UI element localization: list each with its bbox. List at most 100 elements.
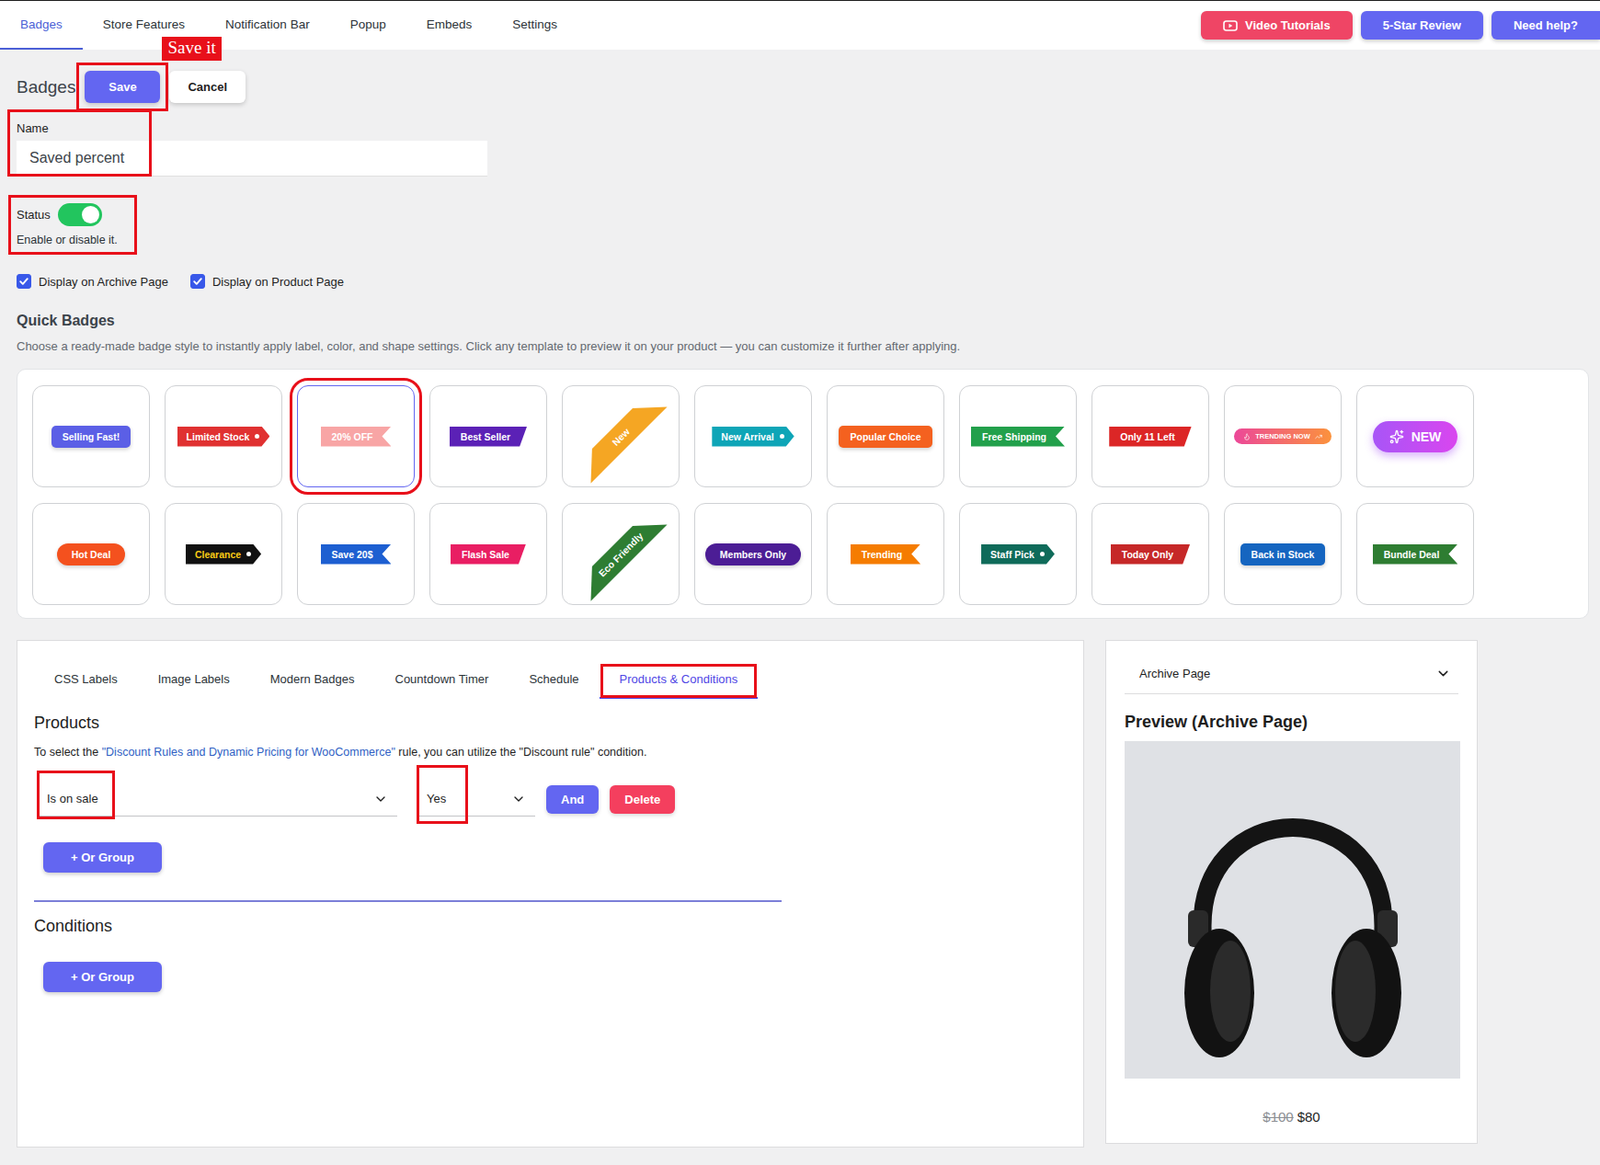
nav-tab[interactable]: Settings (491, 0, 578, 50)
quick-badge: Free Shipping (971, 426, 1065, 447)
nav-actions: Video Tutorials5-Star ReviewNeed help? (1200, 0, 1600, 50)
quick-badge-card[interactable]: NEW (1356, 385, 1475, 488)
editor-tab[interactable]: Modern Badges (250, 662, 376, 699)
quick-badge-card[interactable]: 20% OFF (297, 385, 415, 488)
video-icon (1222, 20, 1238, 32)
tag-dot (254, 434, 260, 439)
quick-badge-label: New Arrival (720, 431, 774, 443)
nav-button[interactable]: 5-Star Review (1360, 11, 1484, 40)
rule-value-select[interactable]: Yes (419, 781, 536, 817)
quick-badge-card[interactable]: New (561, 385, 680, 488)
lower-row: CSS LabelsImage LabelsModern BadgesCount… (16, 640, 1589, 1148)
nav-button[interactable]: Need help? (1491, 11, 1600, 40)
quick-badge-label: Clearance (194, 548, 241, 560)
quick-badge-card[interactable]: TRENDING NOW (1223, 385, 1342, 488)
quick-badge-card[interactable]: Bundle Deal (1356, 502, 1475, 606)
or-group-button[interactable]: + Or Group (43, 842, 162, 873)
quick-badge: Clearance (185, 544, 262, 565)
quick-badge-label: Save 20$ (331, 548, 374, 560)
quick-badge-card[interactable]: Members Only (694, 502, 812, 606)
quick-badge-card[interactable]: Back in Stock (1223, 502, 1342, 606)
quick-badge: Members Only (705, 543, 801, 566)
status-row: Status (16, 203, 118, 227)
quick-badge-card[interactable]: Clearance (164, 502, 283, 606)
annotation-label: Save it (161, 36, 221, 61)
quick-badge-card[interactable]: Trending (826, 502, 945, 606)
nav-button[interactable]: Video Tutorials (1200, 11, 1353, 40)
quick-badge-card[interactable]: Today Only (1091, 502, 1210, 606)
quick-badge-card[interactable]: New Arrival (694, 385, 812, 488)
quick-badge-card[interactable]: Selling Fast! (32, 385, 150, 488)
preview-select-value: Archive Page (1139, 666, 1211, 681)
quick-badge-label: New (609, 425, 632, 448)
nav-tab[interactable]: Embeds (406, 0, 493, 50)
quick-badge-card[interactable]: Save 20$ (297, 502, 415, 606)
status-toggle[interactable] (57, 203, 103, 227)
quick-badge-card[interactable]: Popular Choice (826, 385, 945, 488)
quick-badge-card[interactable]: Eco Friendly (561, 502, 680, 606)
tag-dot (779, 434, 785, 439)
quick-badge-label: NEW (1411, 429, 1442, 445)
quick-badge: Hot Deal (57, 543, 126, 566)
quick-badge-card[interactable]: Hot Deal (32, 502, 150, 606)
display-option[interactable]: Display on Product Page (190, 274, 344, 289)
chevron-down-icon (373, 791, 389, 807)
editor-tabs: CSS LabelsImage LabelsModern BadgesCount… (34, 662, 1067, 699)
annotation-box (7, 109, 152, 177)
quick-badge: Today Only (1110, 544, 1190, 565)
quick-badge: NEW (1372, 421, 1459, 453)
quick-badge-card[interactable]: Only 11 Left (1091, 385, 1210, 488)
quick-badge-label: Only 11 Left (1120, 431, 1176, 443)
quick-badge: Back in Stock (1240, 543, 1326, 566)
editor-tab[interactable]: Products & Conditions (599, 662, 759, 699)
nav-tab[interactable]: Popup (330, 0, 407, 50)
checkbox[interactable] (16, 274, 32, 289)
quick-badge: 20% OFF (320, 426, 392, 447)
display-option-label: Display on Product Page (212, 274, 344, 289)
toggle-knob (81, 205, 100, 224)
or-group-button[interactable]: + Or Group (43, 961, 162, 993)
discount-rules-link[interactable]: "Discount Rules and Dynamic Pricing for … (102, 745, 396, 759)
name-label: Name (16, 121, 488, 136)
check-icon (18, 275, 30, 287)
name-input[interactable]: Saved percent (16, 140, 488, 177)
quick-badge: New Arrival (711, 426, 794, 447)
quick-badge-card[interactable]: Limited Stock (164, 385, 283, 488)
preview-panel: Archive PagePreview (Archive Page)$100$8… (1105, 640, 1478, 1144)
action-wrap: Cancel (169, 70, 246, 103)
nav-tab[interactable]: Badges (0, 0, 83, 50)
quick-badges-description: Choose a ready-made badge style to insta… (16, 339, 1589, 354)
nav-tab[interactable]: Notification Bar (205, 0, 331, 50)
quick-badge-card[interactable]: Staff Pick (959, 502, 1077, 606)
quick-badge-label: Best Seller (460, 431, 511, 443)
primary-button[interactable]: Save (84, 70, 160, 103)
preview-select[interactable]: Archive Page (1124, 653, 1459, 695)
rule-field-select[interactable]: Is on sale (39, 781, 398, 817)
name-field: Name Saved percent (16, 121, 488, 177)
checkbox[interactable] (190, 274, 206, 289)
quick-badges-title: Quick Badges (16, 312, 1589, 330)
quick-badge-card[interactable]: Best Seller (429, 385, 548, 488)
quick-badge-label: Staff Pick (990, 548, 1035, 560)
preview-title: Preview (Archive Page) (1124, 712, 1459, 732)
quick-badge: Selling Fast! (51, 425, 131, 448)
secondary-button[interactable]: Cancel (169, 70, 246, 103)
editor-tab[interactable]: CSS Labels (34, 662, 138, 699)
page-title: Badges (16, 77, 76, 98)
quick-badge-label: Limited Stock (186, 431, 251, 443)
rule-button[interactable]: And (546, 785, 599, 814)
editor-tab[interactable]: Countdown Timer (375, 662, 510, 699)
status-label: Status (16, 207, 51, 222)
rule-button[interactable]: Delete (609, 785, 675, 814)
editor-tab[interactable]: Image Labels (137, 662, 251, 699)
quick-badge: Best Seller (449, 426, 527, 447)
editor-panel: CSS LabelsImage LabelsModern BadgesCount… (16, 640, 1085, 1148)
editor-tab[interactable]: Schedule (508, 662, 599, 699)
display-option[interactable]: Display on Archive Page (16, 274, 169, 289)
quick-badge-card[interactable]: Free Shipping (959, 385, 1077, 488)
quick-badge-card[interactable]: Flash Sale (429, 502, 548, 606)
main: BadgesSaveSave itCancelNameSaved percent… (0, 49, 1600, 1162)
quick-badge-label: Today Only (1121, 548, 1174, 560)
quick-badge-label: Trending (861, 548, 903, 560)
quick-badge-label: Back in Stock (1251, 548, 1315, 560)
